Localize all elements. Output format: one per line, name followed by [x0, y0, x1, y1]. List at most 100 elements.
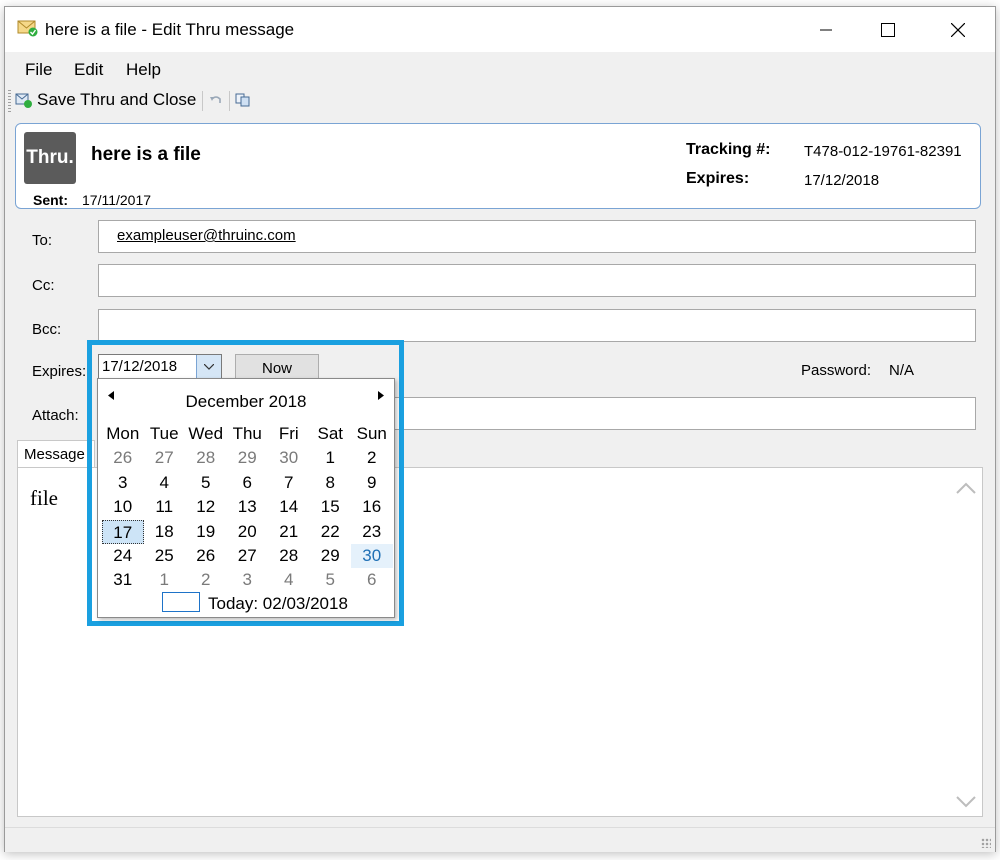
scroll-up-icon[interactable] — [956, 482, 976, 494]
password-value: N/A — [889, 362, 915, 379]
scroll-down-icon[interactable] — [956, 796, 976, 808]
status-bar — [5, 827, 995, 852]
calendar-day[interactable]: 20 — [227, 520, 269, 544]
header-expires-label: Expires: — [686, 170, 750, 187]
calendar-weekday-header: Fri — [278, 424, 299, 443]
calendar-day[interactable]: 31 — [102, 568, 144, 592]
calendar-day[interactable]: 9 — [351, 471, 393, 495]
calendar-day[interactable]: 4 — [268, 568, 310, 592]
to-field[interactable]: exampleuser@thruinc.com — [98, 220, 976, 253]
calendar-day[interactable]: 27 — [144, 446, 186, 470]
sent-value: 17/11/2017 — [82, 192, 152, 208]
window-title: here is a file - Edit Thru message — [45, 20, 295, 39]
calendar-day[interactable]: 24 — [102, 544, 144, 568]
calendar-day[interactable]: 5 — [185, 471, 227, 495]
calendar-day[interactable]: 15 — [310, 495, 352, 519]
today-link[interactable]: Today: 02/03/2018 — [208, 594, 348, 614]
calendar-weekday-header: Thu — [232, 424, 262, 443]
message-body-text: file — [30, 486, 58, 510]
to-label: To: — [32, 232, 53, 249]
envelope-icon — [17, 20, 38, 37]
attach-label: Attach: — [32, 407, 79, 424]
thru-logo: Thru. — [24, 132, 76, 184]
calendar-day[interactable]: 17 — [102, 519, 144, 544]
menu-help[interactable]: Help — [126, 60, 161, 80]
minimize-icon — [820, 29, 832, 30]
calendar-day[interactable]: 14 — [268, 495, 310, 519]
maximize-button[interactable] — [865, 7, 911, 52]
save-and-close-button[interactable]: Save Thru and Close — [15, 90, 196, 110]
resize-grip[interactable] — [981, 838, 991, 848]
today-marker[interactable] — [162, 592, 200, 612]
calendar-weekday-header: Sun — [356, 424, 387, 443]
calendar-day[interactable]: 30 — [351, 543, 393, 569]
cc-field[interactable] — [98, 264, 976, 297]
close-button[interactable] — [935, 7, 981, 52]
menu-edit[interactable]: Edit — [74, 60, 103, 80]
minimize-button[interactable] — [803, 7, 849, 52]
calendar-day[interactable]: 7 — [268, 471, 310, 495]
undo-icon — [210, 96, 221, 103]
bcc-label: Bcc: — [32, 321, 62, 338]
calendar-day[interactable]: 28 — [268, 544, 310, 568]
next-month-icon[interactable] — [378, 391, 384, 400]
calendar-day[interactable]: 16 — [351, 495, 393, 519]
header-expires-value: 17/12/2018 — [804, 172, 880, 189]
calendar-month-label[interactable]: December 2018 — [98, 392, 394, 412]
calendar-day[interactable]: 2 — [185, 568, 227, 592]
tracking-value: T478-012-19761-82391 — [804, 143, 962, 160]
message-subject: here is a file — [91, 144, 201, 165]
copy-icon — [235, 93, 250, 107]
calendar-day[interactable]: 6 — [351, 568, 393, 592]
calendar-day[interactable]: 10 — [102, 495, 144, 519]
calendar-day[interactable]: 4 — [144, 471, 186, 495]
tab-message-label: Message — [24, 446, 85, 463]
toolbar-separator — [202, 91, 203, 111]
calendar-day[interactable]: 1 — [310, 446, 352, 470]
calendar-day[interactable]: 30 — [268, 446, 310, 470]
calendar-day[interactable]: 12 — [185, 495, 227, 519]
calendar-day[interactable]: 8 — [310, 471, 352, 495]
message-header-panel: Thru. here is a file Sent: 17/11/2017 Tr… — [15, 123, 981, 209]
calendar-day[interactable]: 29 — [227, 446, 269, 470]
calendar-day[interactable]: 26 — [102, 446, 144, 470]
toolbar-grip[interactable] — [8, 90, 11, 112]
to-recipient-link[interactable]: exampleuser@thruinc.com — [117, 227, 296, 244]
calendar-grid: Mon Tue Wed Thu Fri Sat Sun 26 27 28 29 30 1 2 3 4 5 6 7 8 9… — [102, 422, 393, 593]
calendar-day[interactable]: 6 — [227, 471, 269, 495]
calendar-day[interactable]: 19 — [185, 520, 227, 544]
calendar-day[interactable]: 11 — [144, 495, 186, 519]
calendar-day[interactable]: 21 — [268, 520, 310, 544]
calendar-weekday-header: Tue — [149, 424, 179, 443]
undo-button[interactable] — [209, 93, 223, 107]
expires-label: Expires: — [32, 363, 87, 380]
calendar-day[interactable]: 23 — [351, 520, 393, 544]
save-icon — [15, 93, 32, 108]
calendar-day[interactable]: 2 — [351, 446, 393, 470]
calendar-day[interactable]: 18 — [144, 520, 186, 544]
title-bar[interactable]: here is a file - Edit Thru message — [5, 7, 995, 52]
calendar-day[interactable]: 1 — [144, 568, 186, 592]
save-and-close-label: Save Thru and Close — [37, 90, 197, 109]
menu-file[interactable]: File — [25, 60, 52, 80]
calendar-day[interactable]: 3 — [102, 471, 144, 495]
calendar-day[interactable]: 27 — [227, 544, 269, 568]
calendar-day[interactable]: 26 — [185, 544, 227, 568]
calendar-dropdown: December 2018 Mon Tue Wed Thu Fri Sat Sun 26 27 2… — [97, 378, 395, 618]
calendar-day[interactable]: 29 — [310, 544, 352, 568]
calendar-day[interactable]: 5 — [310, 568, 352, 592]
calendar-day[interactable]: 22 — [310, 520, 352, 544]
tracking-label: Tracking #: — [686, 141, 771, 158]
cc-label: Cc: — [32, 277, 55, 294]
calendar-weekday-header: Wed — [188, 424, 224, 443]
menu-bar: File Edit Help — [5, 52, 995, 84]
calendar-day[interactable]: 13 — [227, 495, 269, 519]
bcc-field[interactable] — [98, 309, 976, 342]
tab-message[interactable]: Message — [17, 440, 95, 468]
calendar-day[interactable]: 25 — [144, 544, 186, 568]
copy-button[interactable] — [235, 93, 251, 107]
sent-label: Sent: — [33, 192, 68, 208]
calendar-weekday-header: Mon — [106, 424, 140, 443]
calendar-day[interactable]: 28 — [185, 446, 227, 470]
calendar-day[interactable]: 3 — [227, 568, 269, 592]
